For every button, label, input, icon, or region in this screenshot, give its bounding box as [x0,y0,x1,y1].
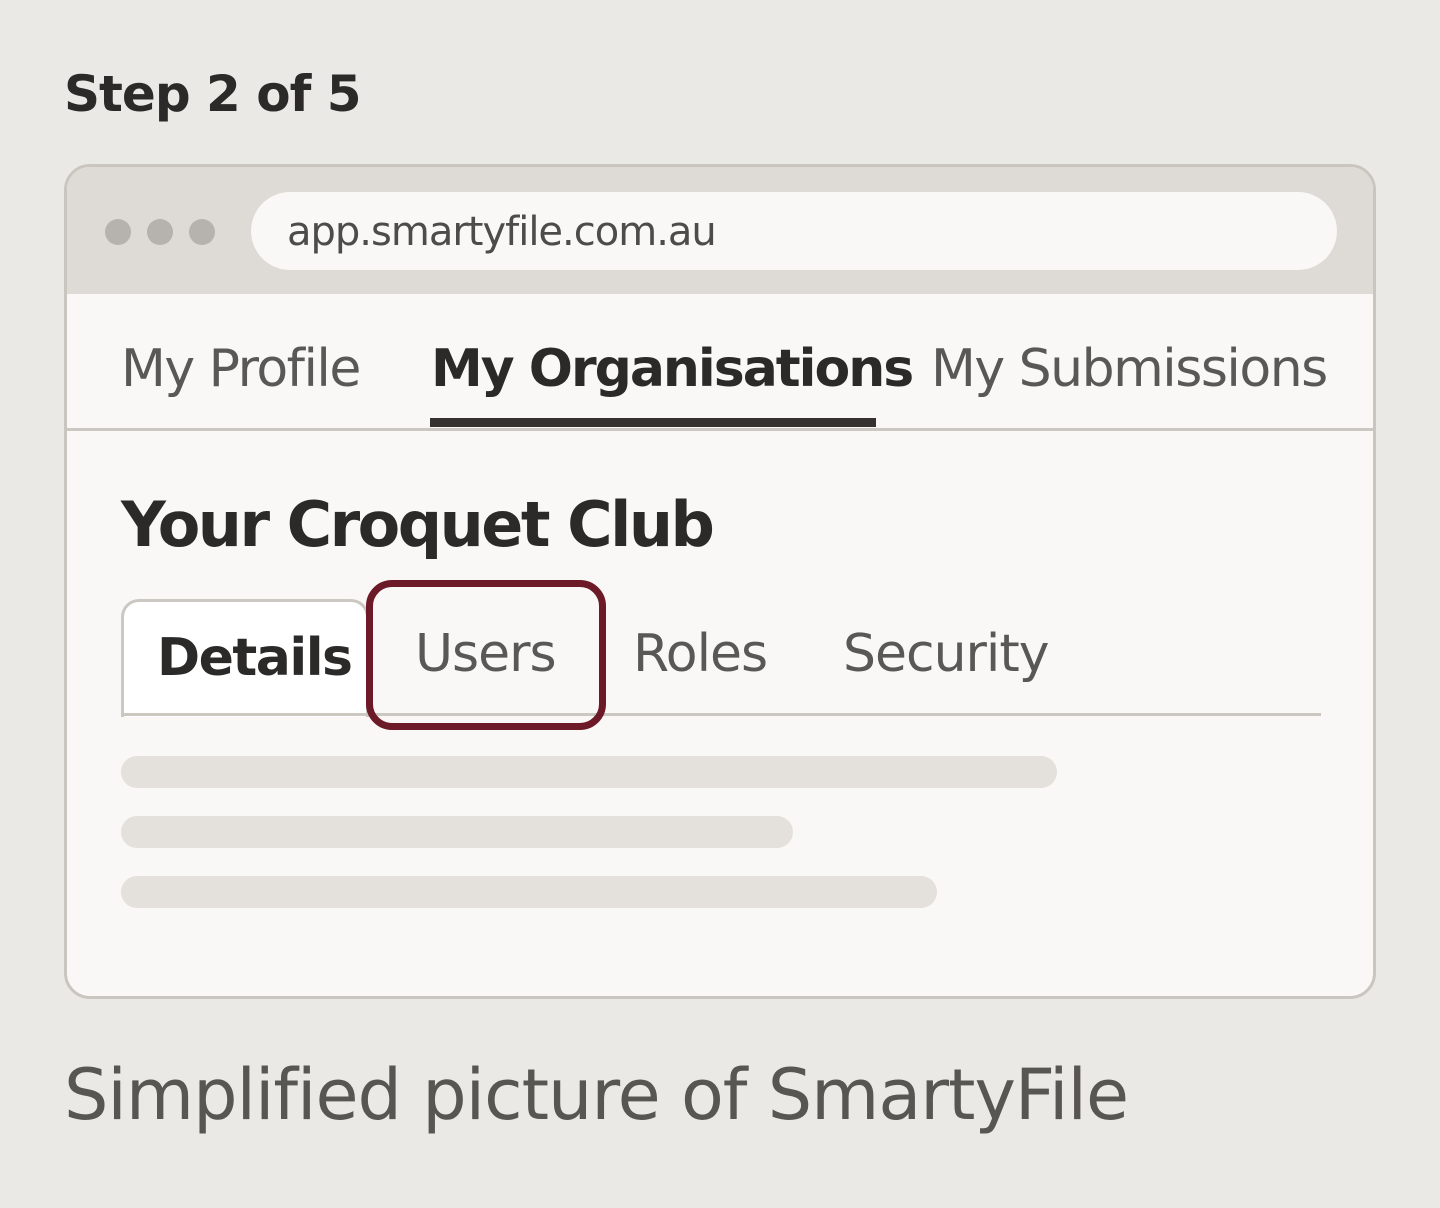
browser-window: app.smartyfile.com.au My Profile My Orga… [64,164,1376,999]
tab-security[interactable]: Security [843,619,1050,689]
address-bar[interactable]: app.smartyfile.com.au [251,192,1337,270]
nav-item-my-organisations[interactable]: My Organisations [431,334,914,404]
window-dot-icon [147,219,173,245]
top-navigation: My Profile My Organisations My Submissio… [67,294,1373,431]
content-placeholder-line [121,876,937,908]
window-dot-icon [189,219,215,245]
step-indicator: Step 2 of 5 [64,65,362,123]
nav-item-my-profile[interactable]: My Profile [121,334,361,404]
users-tab-highlight [366,580,606,730]
tab-details[interactable]: Details [157,623,353,693]
nav-item-my-submissions[interactable]: My Submissions [931,334,1328,404]
active-nav-underline [430,418,876,427]
organisation-title: Your Croquet Club [121,488,715,561]
content-placeholder-line [121,756,1057,788]
caption: Simplified picture of SmartyFile [64,1054,1129,1136]
content-placeholder-line [121,816,793,848]
window-dot-icon [105,219,131,245]
browser-toolbar: app.smartyfile.com.au [67,167,1373,294]
tab-roles[interactable]: Roles [633,619,768,689]
tabs-divider [121,713,1321,716]
